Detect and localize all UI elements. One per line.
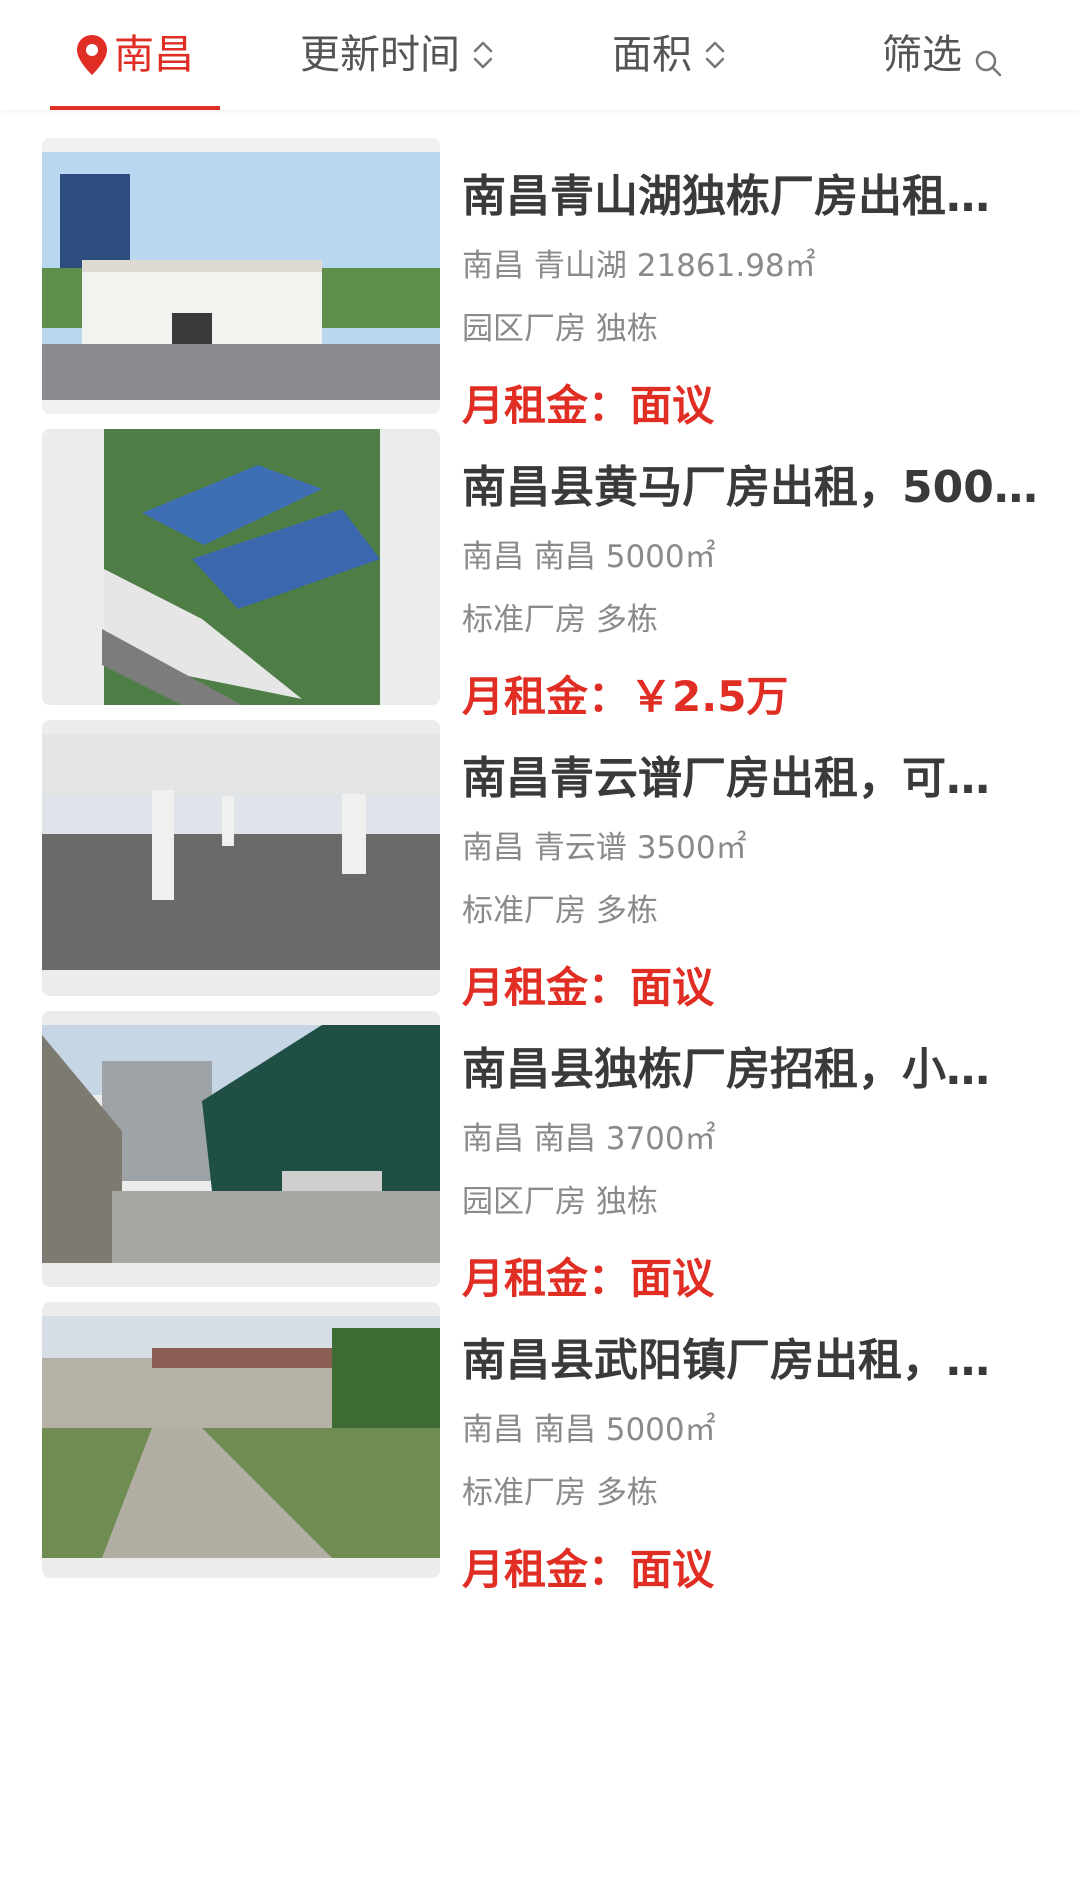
price-value: 面议 [630, 1545, 715, 1594]
price-label: 月租金： [462, 1545, 631, 1594]
sort-area-label: 面积 [612, 32, 692, 78]
location-pin-icon [74, 33, 110, 77]
listing-thumbnail [42, 720, 440, 996]
listing-title[interactable]: 南昌青云谱厂房出租，可… [462, 742, 1042, 806]
listing-meta: 南昌 青山湖 21861.98㎡ [462, 240, 816, 285]
listing-building: 多栋 [595, 1475, 658, 1511]
listing-tags: 标准厂房 多栋 [462, 1467, 658, 1512]
listing-district: 南昌 [533, 1121, 596, 1157]
sort-update-time-label: 更新时间 [300, 32, 460, 78]
listing-city: 南昌 [462, 248, 524, 284]
listing-meta: 南昌 青云谱 3500㎡ [462, 822, 747, 867]
listing-area: 3700㎡ [605, 1121, 716, 1157]
listing-thumbnail [42, 1302, 440, 1578]
listing-card[interactable]: 南昌县武阳镇厂房出租，… 南昌 南昌 5000㎡ 标准厂房 多栋 月租金：面议 [0, 1274, 1080, 1594]
listing-district: 南昌 [533, 1412, 596, 1448]
listing-building: 独栋 [595, 311, 658, 347]
listing-title[interactable]: 南昌青山湖独栋厂房出租… [462, 160, 1042, 224]
listing-building: 多栋 [595, 893, 658, 929]
listing-area: 5000㎡ [605, 539, 716, 575]
listing-meta: 南昌 南昌 5000㎡ [462, 531, 716, 576]
listing-meta: 南昌 南昌 3700㎡ [462, 1113, 716, 1158]
active-tab-indicator [50, 106, 220, 110]
listing-card[interactable]: 南昌县黄马厂房出租，500… 南昌 南昌 5000㎡ 标准厂房 多栋 月租金：￥… [0, 401, 1080, 721]
listing-area: 3500㎡ [636, 830, 747, 866]
sort-updown-icon [704, 37, 726, 73]
listing-price: 月租金：面议 [462, 1536, 714, 1597]
filter-button-label: 筛选 [882, 32, 962, 78]
listing-card[interactable]: 南昌县独栋厂房招租，小… 南昌 南昌 3700㎡ 园区厂房 独栋 月租金：面议 [0, 983, 1080, 1303]
listing-district: 南昌 [533, 539, 596, 575]
listing-type: 标准厂房 [462, 893, 586, 929]
listing-district: 青云谱 [533, 830, 627, 866]
listing-city: 南昌 [462, 1121, 524, 1157]
listing-tags: 标准厂房 多栋 [462, 885, 658, 930]
listing-tags: 园区厂房 独栋 [462, 303, 658, 348]
filter-button[interactable]: 筛选 [882, 0, 1002, 110]
listing-type: 标准厂房 [462, 1475, 586, 1511]
listing-building: 多栋 [595, 602, 658, 638]
listing-city: 南昌 [462, 830, 524, 866]
sort-updown-icon [472, 37, 494, 73]
sort-update-time[interactable]: 更新时间 [300, 0, 494, 110]
listing-area: 5000㎡ [605, 1412, 716, 1448]
listing-type: 园区厂房 [462, 1184, 586, 1220]
city-filter-label: 南昌 [114, 32, 194, 78]
filter-bar: 南昌 更新时间 面积 筛选 [0, 0, 1080, 110]
listing-type: 园区厂房 [462, 311, 586, 347]
listing-tags: 标准厂房 多栋 [462, 594, 658, 639]
listing-card[interactable]: 南昌青山湖独栋厂房出租… 南昌 青山湖 21861.98㎡ 园区厂房 独栋 月租… [0, 110, 1080, 430]
listing-meta: 南昌 南昌 5000㎡ [462, 1404, 716, 1449]
listing-tags: 园区厂房 独栋 [462, 1176, 658, 1221]
listing-card[interactable]: 南昌青云谱厂房出租，可… 南昌 青云谱 3500㎡ 标准厂房 多栋 月租金：面议 [0, 692, 1080, 1012]
listing-title[interactable]: 南昌县独栋厂房招租，小… [462, 1033, 1042, 1097]
listing-city: 南昌 [462, 539, 524, 575]
listing-thumbnail [42, 429, 440, 705]
listing-thumbnail [42, 138, 440, 414]
search-icon [974, 41, 1002, 77]
listing-type: 标准厂房 [462, 602, 586, 638]
listing-district: 青山湖 [533, 248, 627, 284]
listing-city: 南昌 [462, 1412, 524, 1448]
listing-title[interactable]: 南昌县武阳镇厂房出租，… [462, 1324, 1042, 1388]
listing-title[interactable]: 南昌县黄马厂房出租，500… [462, 451, 1042, 515]
sort-area[interactable]: 面积 [612, 0, 726, 110]
listing-thumbnail [42, 1011, 440, 1287]
listing-area: 21861.98㎡ [636, 248, 816, 284]
listing-building: 独栋 [595, 1184, 658, 1220]
city-filter[interactable]: 南昌 [74, 0, 194, 110]
